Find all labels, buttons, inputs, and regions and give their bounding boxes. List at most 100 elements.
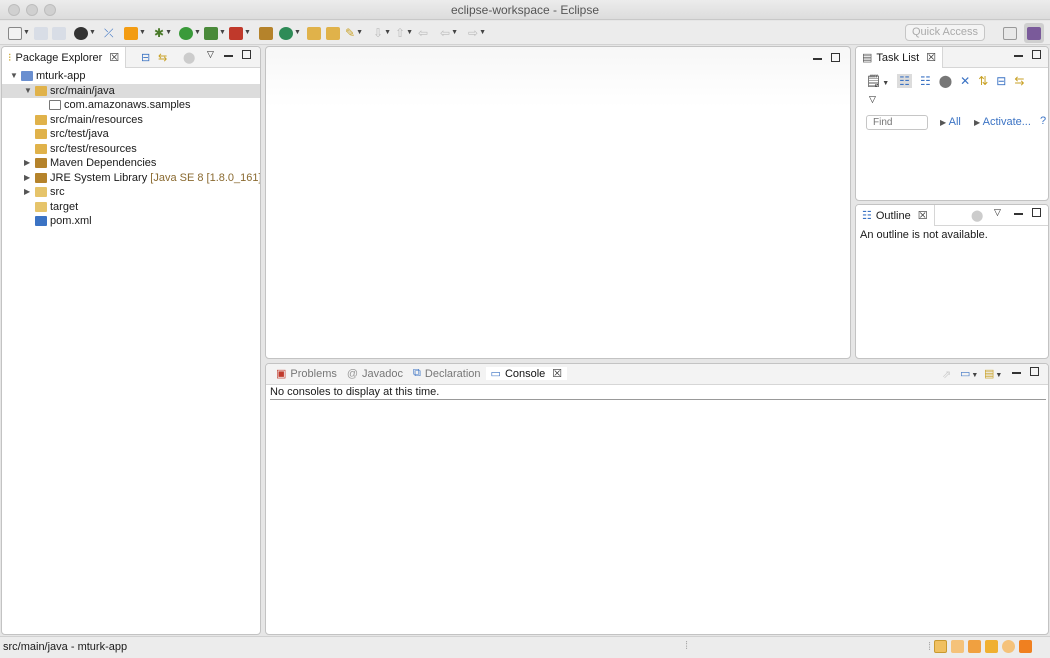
expand-right-icon[interactable]: ▶ (24, 156, 30, 171)
tree-item[interactable]: ▶ JRE System Library [Java SE 8 [1.8.0_16… (2, 171, 260, 186)
focus-icon[interactable]: ⬤ (971, 209, 983, 222)
java-perspective-icon (1027, 26, 1041, 40)
link-with-editor-icon[interactable]: ⇆ (158, 51, 167, 64)
scheduled-icon[interactable]: ☷ (920, 74, 931, 88)
tree-item[interactable]: target (2, 200, 260, 215)
external-tools-button[interactable]: ▼ (229, 25, 251, 41)
pin-console-icon[interactable]: ⇗ (942, 368, 951, 381)
tree-item[interactable]: ▶ src (2, 185, 260, 200)
synchronize-icon[interactable]: ⇅ (978, 74, 988, 88)
tab-declaration[interactable]: ⧉ Declaration (408, 367, 486, 380)
expand-right-icon[interactable]: ▶ (24, 171, 30, 186)
package-tree: ▼ mturk-app ▼ src/main/java com.amazonaws.sa… (2, 69, 260, 229)
new-task-icon[interactable]: 🗒▼ (866, 74, 889, 88)
minimize-icon[interactable] (224, 55, 233, 57)
tab-outline[interactable]: ☷ Outline ☒ (856, 205, 935, 226)
open-task-button[interactable] (326, 25, 340, 41)
debug-button[interactable]: ✱ ▼ (154, 25, 172, 41)
collapse-all-icon[interactable]: ⊟ (141, 51, 150, 64)
trim-separator-icon: ⁞ (928, 640, 932, 653)
tree-item[interactable]: ▼ mturk-app (2, 69, 260, 84)
aws-pencil-icon[interactable] (985, 640, 999, 653)
save-button[interactable] (34, 25, 48, 41)
tab-task-list[interactable]: ▤ Task List ☒ (856, 47, 944, 68)
expand-down-icon[interactable]: ▼ (10, 69, 18, 84)
maximize-icon[interactable] (242, 50, 251, 59)
back-button[interactable]: ⇦ ▼ (440, 25, 458, 41)
aws-toolkit-icon[interactable] (934, 640, 948, 653)
categorized-icon[interactable]: ☷ (897, 74, 912, 88)
expand-down-icon[interactable]: ▼ (24, 84, 32, 99)
tree-item[interactable]: ▼ src/main/java (2, 83, 260, 99)
tree-item[interactable]: pom.xml (2, 214, 260, 229)
previous-annotation-button[interactable]: ⇧ ▼ (395, 25, 413, 41)
aws-explorer-button[interactable]: ▼ (124, 25, 146, 41)
search-button[interactable]: ✎ ▼ (345, 25, 363, 41)
help-icon[interactable]: ? (1040, 115, 1046, 127)
tree-item-label: target (50, 200, 79, 213)
tree-item[interactable]: ▶ Maven Dependencies (2, 156, 260, 171)
last-edit-button[interactable]: ⇦ (418, 25, 428, 41)
tree-item-text: Maven Dependencies (50, 156, 156, 171)
tab-package-explorer[interactable]: ⁝ Package Explorer ☒ (2, 47, 127, 68)
tree-item[interactable]: src/main/resources (2, 113, 260, 128)
maximize-icon[interactable] (1030, 367, 1039, 376)
link-icon[interactable]: ⇆ (1014, 74, 1024, 88)
java-perspective-button[interactable] (1024, 23, 1044, 43)
open-perspective-button[interactable] (1003, 25, 1017, 41)
task-find-input[interactable] (866, 115, 928, 130)
aws-account-button[interactable]: ▼ (74, 25, 96, 41)
close-tab-icon[interactable]: ☒ (926, 51, 936, 64)
minimize-icon[interactable] (813, 58, 822, 60)
open-console-icon[interactable]: ▤▼ (984, 367, 1002, 380)
all-filter-link[interactable]: ▶ All (940, 116, 961, 128)
aws-support-icon[interactable] (1002, 640, 1016, 653)
rss-icon[interactable] (1019, 640, 1033, 653)
activate-task-link[interactable]: ▶ Activate... (974, 116, 1031, 128)
focus-task-icon[interactable]: ⬤ (183, 51, 195, 64)
forward-arrow-icon: ⇨ (468, 26, 479, 40)
new-button[interactable]: ▼ (8, 25, 30, 41)
tab-javadoc[interactable]: @ Javadoc (342, 368, 408, 380)
project-icon (21, 71, 33, 81)
next-annotation-button[interactable]: ⇩ ▼ (373, 25, 391, 41)
close-tab-icon[interactable]: ☒ (918, 209, 928, 222)
view-menu-icon[interactable]: ▽ (994, 207, 1001, 218)
forward-button[interactable]: ⇨ ▼ (468, 25, 486, 41)
library-icon (35, 158, 47, 168)
quick-access-input[interactable]: Quick Access (905, 24, 985, 41)
new-class-button[interactable]: ▼ (279, 25, 301, 41)
aws-learn-icon[interactable] (968, 640, 982, 653)
coverage-button[interactable]: ▼ (204, 25, 226, 41)
expand-right-icon[interactable]: ▶ (24, 185, 30, 200)
view-menu-icon[interactable]: ▽ (869, 94, 876, 105)
tab-problems[interactable]: ▣ Problems (271, 367, 342, 381)
hide-completed-icon[interactable]: ✕ (960, 74, 970, 88)
maximize-icon[interactable] (831, 53, 840, 62)
tree-item[interactable]: src/test/resources (2, 142, 260, 157)
minimize-icon[interactable] (1012, 372, 1021, 374)
tab-console[interactable]: ▭ Console ☒ (485, 367, 568, 380)
display-console-icon[interactable]: ▭▼ (960, 367, 978, 380)
collapse-all-icon[interactable]: ⊟ (996, 74, 1006, 88)
task-list-panel: ▤ Task List ☒ 🗒▼ ☷ ☷ ⬤ ✕ ⇅ ⊟ ⇆ ▽ ▶ All ▶… (855, 46, 1049, 201)
status-trim-toolbar: ⁞ (928, 640, 1036, 653)
maximize-icon[interactable] (1032, 208, 1041, 217)
new-java-project-button[interactable] (259, 25, 273, 41)
focus-on-workweek-icon[interactable]: ⬤ (939, 74, 952, 88)
skip-breakpoints-button[interactable]: ⤫ (104, 25, 114, 41)
run-button[interactable]: ▼ (179, 25, 201, 41)
close-tab-icon[interactable]: ☒ (109, 51, 119, 64)
maximize-icon[interactable] (1032, 50, 1041, 59)
minimize-icon[interactable] (1014, 55, 1023, 57)
declaration-icon: ⧉ (413, 367, 421, 379)
aws-docs-icon[interactable] (951, 640, 965, 653)
folder-open-icon (326, 26, 340, 40)
tree-item[interactable]: src/test/java (2, 127, 260, 142)
tree-item[interactable]: com.amazonaws.samples (2, 98, 260, 113)
minimize-icon[interactable] (1014, 213, 1023, 215)
open-type-button[interactable] (307, 25, 321, 41)
close-tab-icon[interactable]: ☒ (552, 367, 562, 380)
view-menu-icon[interactable]: ▽ (207, 49, 214, 60)
save-all-button[interactable] (52, 25, 66, 41)
